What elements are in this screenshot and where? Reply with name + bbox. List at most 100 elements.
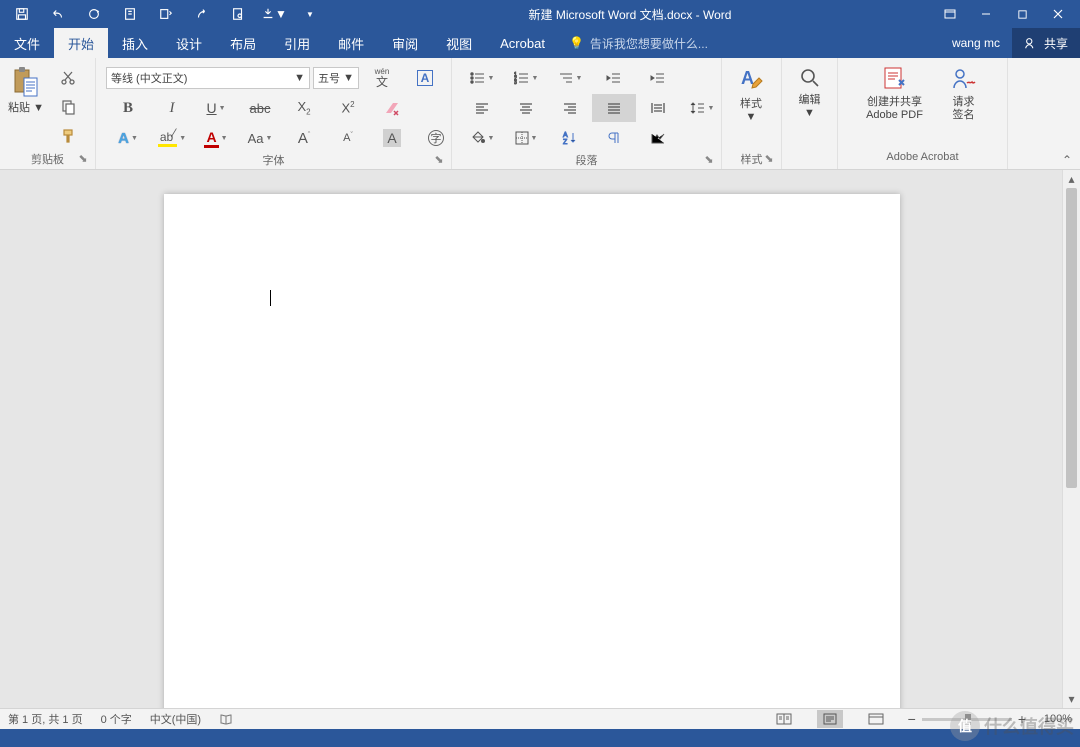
tell-me[interactable]: 💡告诉我您想要做什么... [559, 28, 940, 58]
tab-home[interactable]: 开始 [54, 28, 108, 58]
copy-button[interactable] [48, 93, 88, 121]
window-title: 新建 Microsoft Word 文档.docx - Word [328, 6, 932, 23]
zoom-in-button[interactable]: + [1018, 711, 1026, 727]
qat-button-2[interactable] [148, 0, 184, 28]
book-icon[interactable] [219, 713, 233, 725]
align-center-button[interactable] [504, 94, 548, 122]
group-editing: 编辑▼ [782, 58, 838, 169]
undo-button[interactable] [40, 0, 76, 28]
word-count[interactable]: 0 个字 [101, 711, 132, 727]
align-justify-button[interactable] [592, 94, 636, 122]
scroll-thumb[interactable] [1066, 188, 1077, 488]
font-color-button[interactable]: A▼ [194, 124, 238, 152]
tab-design[interactable]: 设计 [162, 28, 216, 58]
snap-to-grid-button[interactable] [636, 124, 680, 152]
qat-customize-button[interactable]: ▼ [292, 0, 328, 28]
shading-button[interactable]: ▼ [460, 124, 504, 152]
paragraph-dialog-launcher[interactable]: ⬊ [703, 153, 715, 165]
strikethrough-button[interactable]: abc [238, 94, 282, 122]
zoom-level[interactable]: 100% [1032, 713, 1072, 725]
superscript-button[interactable]: X2 [326, 94, 370, 122]
character-shading-button[interactable]: A [370, 124, 414, 152]
signature-icon [950, 66, 978, 92]
paste-button[interactable]: 粘贴 ▼ [4, 60, 48, 115]
print-layout-button[interactable] [817, 710, 843, 728]
scroll-down-button[interactable]: ▾ [1063, 690, 1080, 708]
align-right-button[interactable] [548, 94, 592, 122]
tab-view[interactable]: 视图 [432, 28, 486, 58]
zoom-out-button[interactable]: − [908, 711, 916, 727]
page[interactable] [164, 194, 900, 708]
borders-button[interactable]: ▼ [504, 124, 548, 152]
close-button[interactable] [1040, 0, 1076, 28]
minimize-button[interactable] [968, 0, 1004, 28]
cut-button[interactable] [48, 64, 88, 92]
language[interactable]: 中文(中国) [150, 711, 201, 727]
paste-label: 粘贴 [8, 102, 30, 114]
user-name[interactable]: wang mc [940, 28, 1012, 58]
align-left-button[interactable] [460, 94, 504, 122]
shrink-font-button[interactable]: Aˇ [326, 124, 370, 152]
clipboard-dialog-launcher[interactable]: ⬊ [77, 152, 89, 164]
qat-button-4[interactable] [220, 0, 256, 28]
tab-review[interactable]: 审阅 [378, 28, 432, 58]
request-signature-button[interactable]: 请求签名 [936, 60, 992, 122]
ribbon-display-button[interactable] [932, 0, 968, 28]
multilevel-list-button[interactable]: ▼ [548, 64, 592, 92]
scroll-up-button[interactable]: ▴ [1063, 170, 1080, 188]
qat-button-5[interactable]: ▼ [256, 0, 292, 28]
change-case-button[interactable]: Aa▼ [238, 124, 282, 152]
share-button[interactable]: 共享 [1012, 28, 1080, 58]
quick-access-toolbar: ▼ ▼ [4, 0, 328, 28]
qat-button-1[interactable] [112, 0, 148, 28]
decrease-indent-button[interactable] [592, 64, 636, 92]
format-painter-button[interactable] [48, 122, 88, 150]
tab-acrobat[interactable]: Acrobat [486, 28, 559, 58]
distributed-button[interactable] [636, 94, 680, 122]
font-dialog-launcher[interactable]: ⬊ [433, 153, 445, 165]
text-cursor [270, 290, 271, 306]
redo-button[interactable] [76, 0, 112, 28]
group-styles: A 样式▼ 样式⬊ [722, 58, 782, 169]
zoom-slider[interactable] [922, 718, 1012, 721]
font-size-select[interactable]: 五号▼ [313, 67, 359, 89]
highlight-button[interactable]: ab⁄▼ [150, 124, 194, 152]
increase-indent-button[interactable] [636, 64, 680, 92]
bold-button[interactable]: B [106, 94, 150, 122]
qat-button-3[interactable] [184, 0, 220, 28]
tab-references[interactable]: 引用 [270, 28, 324, 58]
tab-mailings[interactable]: 邮件 [324, 28, 378, 58]
line-spacing-button[interactable]: ▼ [680, 94, 724, 122]
styles-dialog-launcher[interactable]: ⬊ [763, 152, 775, 164]
group-clipboard: 粘贴 ▼ 剪贴板⬊ [0, 58, 96, 169]
character-border-button[interactable]: A [405, 64, 445, 92]
maximize-button[interactable] [1004, 0, 1040, 28]
underline-button[interactable]: U▼ [194, 94, 238, 122]
enclose-characters-button[interactable]: 字 [414, 124, 458, 152]
editing-button[interactable]: 编辑▼ [786, 60, 833, 120]
group-adobe: 创建并共享Adobe PDF 请求签名 Adobe Acrobat [838, 58, 1008, 169]
sort-button[interactable]: AZ [548, 124, 592, 152]
clear-formatting-button[interactable] [370, 94, 414, 122]
font-name-select[interactable]: 等线 (中文正文)▼ [106, 67, 310, 89]
text-effects-button[interactable]: A▼ [106, 124, 150, 152]
grow-font-button[interactable]: Aˆ [282, 124, 326, 152]
italic-button[interactable]: I [150, 94, 194, 122]
save-button[interactable] [4, 0, 40, 28]
phonetic-guide-button[interactable]: wén文 [362, 64, 402, 92]
vertical-scrollbar[interactable]: ▴ ▾ [1062, 170, 1080, 708]
tell-me-label: 告诉我您想要做什么... [590, 35, 708, 52]
styles-button[interactable]: A 样式▼ [726, 60, 776, 124]
subscript-button[interactable]: X2 [282, 94, 326, 122]
collapse-ribbon-button[interactable]: ⌃ [1060, 153, 1074, 167]
page-number[interactable]: 第 1 页, 共 1 页 [8, 711, 83, 727]
show-marks-button[interactable] [592, 124, 636, 152]
create-pdf-button[interactable]: 创建并共享Adobe PDF [854, 60, 936, 122]
tab-file[interactable]: 文件 [0, 28, 54, 58]
tab-layout[interactable]: 布局 [216, 28, 270, 58]
tab-insert[interactable]: 插入 [108, 28, 162, 58]
numbering-button[interactable]: 123▼ [504, 64, 548, 92]
read-mode-button[interactable] [771, 710, 797, 728]
bullets-button[interactable]: ▼ [460, 64, 504, 92]
web-layout-button[interactable] [863, 710, 889, 728]
